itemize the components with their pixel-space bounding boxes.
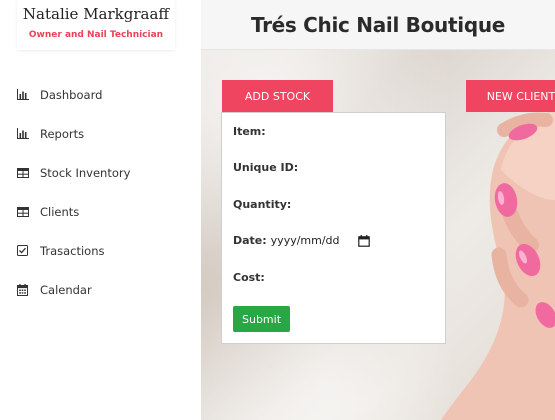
sidebar-nav: Dashboard Reports Stock Inventory Client…	[0, 75, 201, 309]
checkbox-icon	[16, 244, 29, 257]
sidebar-item-transactions[interactable]: Trasactions	[0, 231, 201, 270]
bar-chart-icon	[16, 88, 29, 101]
table-icon	[16, 166, 29, 179]
sidebar: Natalie Markgraaff Owner and Nail Techni…	[0, 0, 201, 420]
add-stock-form: Item: Unique ID: Quantity: Date: yyyy/mm…	[221, 112, 446, 344]
item-field[interactable]: Item:	[233, 125, 266, 138]
unique-id-label: Unique ID:	[233, 161, 299, 174]
brand-card: Natalie Markgraaff Owner and Nail Techni…	[17, 0, 175, 50]
cost-field[interactable]: Cost:	[233, 271, 265, 284]
brand-role: Owner and Nail Technician	[28, 30, 164, 40]
date-label: Date:	[233, 234, 267, 247]
sidebar-item-label: Trasactions	[40, 243, 105, 258]
sidebar-item-calendar[interactable]: Calendar	[0, 270, 201, 309]
sidebar-item-label: Reports	[40, 126, 85, 141]
new-client-button[interactable]: NEW CLIENT	[466, 80, 555, 112]
brand-name: Natalie Markgraaff	[22, 5, 170, 23]
item-label: Item:	[233, 125, 266, 138]
quantity-label: Quantity:	[233, 198, 292, 211]
sidebar-item-label: Stock Inventory	[40, 165, 131, 180]
calendar-picker-icon[interactable]	[358, 234, 371, 247]
quantity-field[interactable]: Quantity:	[233, 198, 291, 211]
sidebar-item-clients[interactable]: Clients	[0, 192, 201, 231]
add-stock-button[interactable]: ADD STOCK	[222, 80, 333, 112]
unique-id-field[interactable]: Unique ID:	[233, 161, 298, 174]
sidebar-item-label: Dashboard	[40, 87, 103, 102]
page-title: Trés Chic Nail Boutique	[250, 12, 506, 37]
date-input[interactable]: yyyy/mm/dd	[271, 234, 340, 247]
cost-label: Cost:	[233, 271, 265, 284]
sidebar-item-label: Calendar	[40, 282, 92, 297]
main-content: ADD STOCK NEW CLIENT Item: Unique ID: Qu…	[201, 50, 555, 420]
submit-button[interactable]: Submit	[233, 306, 290, 332]
table-icon	[16, 205, 29, 218]
bar-chart-icon	[16, 127, 29, 140]
sidebar-item-dashboard[interactable]: Dashboard	[0, 75, 201, 114]
date-field[interactable]: Date: yyyy/mm/dd	[233, 234, 371, 247]
calendar-icon	[16, 283, 29, 296]
sidebar-item-label: Clients	[40, 204, 80, 219]
header: Trés Chic Nail Boutique	[201, 0, 555, 50]
sidebar-item-reports[interactable]: Reports	[0, 114, 201, 153]
sidebar-item-stock-inventory[interactable]: Stock Inventory	[0, 153, 201, 192]
